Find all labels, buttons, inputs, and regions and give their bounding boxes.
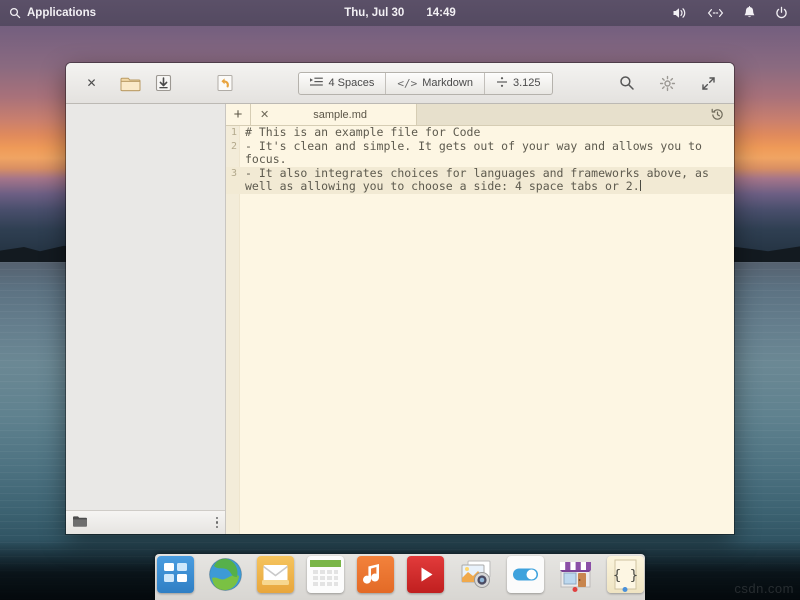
revert-arrow-icon[interactable] bbox=[210, 71, 239, 96]
zoom-setting-label: 3.125 bbox=[513, 77, 541, 89]
line-text: - It's clean and simple. It gets out of … bbox=[240, 140, 734, 167]
dock-item-music[interactable] bbox=[357, 556, 394, 593]
panel-indicators bbox=[672, 6, 800, 20]
titlebar-actions bbox=[612, 71, 723, 96]
panel-date: Thu, Jul 30 bbox=[344, 7, 404, 19]
file-sidebar bbox=[66, 104, 226, 534]
indent-setting-label: 4 Spaces bbox=[328, 77, 374, 89]
line-text: # This is an example file for Code bbox=[240, 126, 734, 140]
dock-item-mail[interactable] bbox=[257, 556, 294, 593]
dock-item-videos[interactable] bbox=[407, 556, 444, 593]
new-tab-button[interactable]: + bbox=[226, 104, 251, 125]
window-titlebar: ✕ bbox=[66, 63, 734, 104]
search-icon[interactable] bbox=[612, 71, 641, 96]
dock-item-appcenter[interactable] bbox=[557, 556, 594, 593]
gear-icon[interactable] bbox=[653, 71, 682, 96]
folder-icon[interactable] bbox=[73, 514, 87, 532]
svg-text:{ }: { } bbox=[612, 568, 637, 584]
divide-icon bbox=[496, 76, 508, 91]
dock: { } bbox=[155, 554, 645, 600]
dock-item-applications[interactable] bbox=[157, 556, 194, 593]
text-cursor bbox=[640, 180, 641, 191]
dock-item-calendar[interactable] bbox=[307, 556, 344, 593]
editor-pane: + ✕ sample.md 1 # Th bbox=[226, 104, 734, 534]
close-window-button[interactable]: ✕ bbox=[77, 71, 106, 96]
window-body: + ✕ sample.md 1 # Th bbox=[66, 104, 734, 534]
dock-item-code[interactable]: { } bbox=[607, 556, 644, 593]
dock-item-settings[interactable] bbox=[507, 556, 544, 593]
applications-label: Applications bbox=[27, 7, 96, 19]
indent-icon bbox=[310, 77, 323, 90]
sidebar-file-list[interactable] bbox=[66, 104, 225, 510]
dock-item-photos[interactable] bbox=[457, 556, 494, 593]
power-icon[interactable] bbox=[775, 6, 788, 20]
volume-icon[interactable] bbox=[672, 6, 688, 20]
line-number: 2 bbox=[226, 140, 240, 167]
editor-line-3: 3 - It also integrates choices for langu… bbox=[226, 167, 734, 194]
folder-open-icon[interactable] bbox=[116, 71, 145, 96]
tab-label: sample.md bbox=[278, 109, 402, 121]
running-indicator-dot bbox=[623, 587, 628, 592]
zoom-setting-button[interactable]: 3.125 bbox=[485, 73, 552, 94]
tab-bar-spacer bbox=[417, 104, 700, 125]
tab-bar: + ✕ sample.md bbox=[226, 104, 734, 126]
editor-line-1: 1 # This is an example file for Code bbox=[226, 126, 734, 140]
applications-menu[interactable]: Applications bbox=[0, 7, 96, 19]
indent-setting-button[interactable]: 4 Spaces bbox=[299, 73, 386, 94]
editor-line-2: 2 - It's clean and simple. It gets out o… bbox=[226, 140, 734, 167]
close-tab-icon[interactable]: ✕ bbox=[260, 108, 269, 121]
language-setting-label: Markdown bbox=[422, 77, 473, 89]
search-icon bbox=[9, 7, 21, 19]
restore-history-icon[interactable] bbox=[700, 104, 734, 125]
code-brackets-icon: </> bbox=[397, 77, 417, 90]
overflow-menu-icon[interactable] bbox=[216, 517, 219, 529]
line-text: - It also integrates choices for languag… bbox=[245, 166, 716, 194]
running-indicator-dot bbox=[573, 587, 578, 592]
fullscreen-icon[interactable] bbox=[694, 71, 723, 96]
network-icon[interactable] bbox=[707, 7, 724, 19]
watermark: csdn.com bbox=[734, 581, 794, 596]
language-setting-button[interactable]: </> Markdown bbox=[386, 73, 485, 94]
tab-sample-md[interactable]: ✕ sample.md bbox=[251, 104, 417, 125]
panel-time: 14:49 bbox=[426, 7, 455, 19]
top-panel: Applications Thu, Jul 30 14:49 bbox=[0, 0, 800, 26]
dock-item-browser[interactable] bbox=[207, 556, 244, 593]
save-download-icon[interactable] bbox=[149, 71, 178, 96]
sidebar-footer bbox=[66, 510, 225, 534]
line-number: 1 bbox=[226, 126, 240, 140]
code-editor-window: ✕ bbox=[66, 63, 734, 534]
line-number: 3 bbox=[226, 167, 240, 194]
editor-settings-group: 4 Spaces </> Markdown 3.125 bbox=[298, 72, 552, 95]
notifications-icon[interactable] bbox=[743, 6, 756, 20]
text-editor[interactable]: 1 # This is an example file for Code 2 -… bbox=[226, 126, 734, 534]
